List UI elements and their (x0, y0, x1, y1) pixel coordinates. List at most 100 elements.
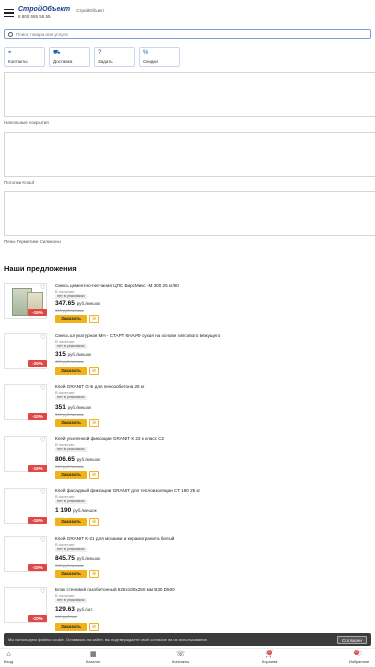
category-banner-floor[interactable] (4, 72, 375, 117)
logo[interactable]: СтройОбъект 8 800 555 55 55 (18, 6, 70, 20)
quicklink-ask[interactable]: ? Задать (94, 47, 135, 67)
quicklink-discounts[interactable]: % Скидки (139, 47, 180, 67)
product-card: ♡ -25% Смесь штукатурная МН - СТАРТ КНАУ… (4, 333, 371, 381)
price-value: 351 (55, 404, 66, 411)
order-button[interactable]: Заказать (55, 623, 87, 631)
price-unit: руб./мешок (76, 301, 101, 306)
discount-badge: -10% (28, 615, 47, 622)
heart-icon[interactable]: ♡ (40, 490, 45, 496)
price-value: 1 190 (55, 507, 72, 514)
product-price: 845.75 руб./мешок (55, 555, 100, 562)
nav-label: Каталог (86, 659, 101, 664)
category-label[interactable]: Пены Герметики Силиконы (4, 239, 61, 244)
stock-tag: нет в упаковках (55, 598, 87, 603)
product-name[interactable]: Смесь штукатурная МН - СТАРТ КНАУФ сухая… (55, 333, 220, 338)
price-value: 347.65 (55, 300, 75, 307)
header-phone[interactable]: 8 800 555 55 55 (18, 15, 70, 20)
favorites-count-badge: 0 (354, 650, 359, 655)
nav-label: Контакты (172, 659, 190, 664)
order-button[interactable]: Заказать (55, 518, 87, 526)
stock-tag: нет в упаковках (55, 395, 87, 400)
category-banner-ceilings[interactable] (4, 132, 375, 177)
discount-badge: -15% (28, 309, 47, 316)
price-unit: руб./мешок (73, 508, 97, 513)
cart-icon[interactable]: ⊕ (89, 518, 99, 526)
search-input[interactable] (16, 31, 367, 37)
nav-favorites[interactable]: ♡ 0 Избранное (349, 650, 370, 664)
cart-icon[interactable]: ⊕ (89, 570, 99, 578)
price-value: 315 (55, 351, 66, 358)
price-unit: руб./мешок (67, 405, 92, 410)
price-value: 806.65 (55, 456, 75, 463)
product-name[interactable]: Смесь цементно-песчаная ЦПС БирсМикс -М … (55, 283, 179, 288)
order-button[interactable]: Заказать (55, 315, 87, 323)
order-button[interactable]: Заказать (55, 419, 87, 427)
stock-tag: нет в упаковках (55, 447, 87, 452)
search-bar (4, 29, 371, 39)
stock-tag: нет в упаковках (55, 547, 87, 552)
cart-icon[interactable]: ⊕ (89, 623, 99, 631)
offers-title: Наши предложения (4, 264, 77, 273)
product-card: ♡ -10% Клей GRANIT G-Б для пенозобетона … (4, 384, 371, 432)
order-button[interactable]: Заказать (55, 570, 87, 578)
heart-icon[interactable]: ♡ (40, 285, 45, 291)
price-value: 129.63 (55, 606, 75, 613)
nav-cart[interactable]: 🛒 0 Корзина (262, 650, 277, 664)
cart-icon[interactable]: ⊕ (89, 367, 99, 375)
quicklink-delivery[interactable]: ⛟ Доставка (49, 47, 90, 67)
product-card: ♡ -15% Клей GRANIT К-21 для мозаики и ке… (4, 536, 371, 584)
home-icon: ⌂ (6, 651, 11, 658)
question-icon: ? (98, 50, 102, 56)
quicklink-label: Скидки (143, 59, 158, 64)
nav-catalog[interactable]: ▦ Каталог (86, 651, 101, 664)
product-name[interactable]: Клей фасадный фиксации GRANIT для теплои… (55, 488, 200, 493)
nav-label: Избранное (349, 659, 370, 664)
product-card: ♡ -10% Блок стеновой газобетонный 625х10… (4, 587, 371, 635)
logo-text: СтройОбъект (18, 6, 71, 14)
order-button[interactable]: Заказать (55, 367, 87, 375)
phone-icon: ☏ (176, 651, 186, 658)
stock-tag: нет в упаковках (55, 344, 87, 349)
quicklink-contacts[interactable]: ⌖ Контакты (4, 47, 45, 67)
category-banner-foams[interactable] (4, 191, 375, 236)
old-price: 390 руб./мешок (55, 412, 84, 417)
quicklink-label: Задать (98, 59, 113, 64)
cart-icon[interactable]: ⊕ (89, 315, 99, 323)
product-price: 129.63 руб./шт. (55, 606, 93, 613)
cookie-accept-button[interactable]: Согласен (337, 635, 367, 644)
cart-icon[interactable]: ⊕ (89, 471, 99, 479)
discount-badge: -15% (28, 564, 47, 571)
old-price: 409 руб./мешок (55, 308, 84, 313)
menu-icon[interactable] (4, 9, 14, 17)
heart-icon[interactable]: ♡ (40, 335, 45, 341)
category-label[interactable]: Потолки Knauf (4, 180, 34, 185)
site-title: СтройОбъект (76, 7, 105, 13)
nav-login[interactable]: ⌂ Вход (4, 651, 13, 664)
cart-icon[interactable]: ⊕ (89, 419, 99, 427)
category-label[interactable]: Напольные покрытия (4, 120, 49, 125)
search-icon[interactable] (8, 31, 13, 37)
heart-icon[interactable]: ♡ (40, 589, 45, 595)
heart-icon[interactable]: ♡ (40, 538, 45, 544)
heart-icon[interactable]: ♡ (40, 438, 45, 444)
stock-tag: нет в упаковках (55, 499, 87, 504)
price-unit: руб./шт. (76, 607, 93, 612)
nav-contacts[interactable]: ☏ Контакты (172, 651, 189, 664)
discount-badge: -10% (28, 413, 47, 420)
product-card: ♡ -15% Клей усиленной фиксации GRANIT К … (4, 436, 371, 484)
old-price: 949 руб./мешок (55, 464, 84, 469)
heart-icon[interactable]: ♡ (40, 386, 45, 392)
discount-badge: -25% (28, 360, 47, 367)
product-name[interactable]: Клей GRANIT К-21 для мозаики и керамогра… (55, 536, 174, 541)
order-button[interactable]: Заказать (55, 471, 87, 479)
product-name[interactable]: Блок стеновой газобетонный 625х100х250 м… (55, 587, 175, 592)
product-name[interactable]: Клей усиленной фиксации GRANIT К 23 к кл… (55, 436, 164, 441)
product-name[interactable]: Клей GRANIT G-Б для пенозобетона 25 кг (55, 384, 145, 389)
cookie-banner: Мы используем файлы cookie. Оставаясь на… (4, 633, 371, 646)
quick-links: ⌖ Контакты ⛟ Доставка ? Задать % Скидки (4, 47, 180, 67)
price-unit: руб./мешок (76, 556, 101, 561)
product-price: 347.65 руб./мешок (55, 300, 100, 307)
old-price: 420 руб./мешок (55, 359, 84, 364)
nav-label: Вход (4, 659, 14, 664)
cart-count-badge: 0 (267, 650, 272, 655)
